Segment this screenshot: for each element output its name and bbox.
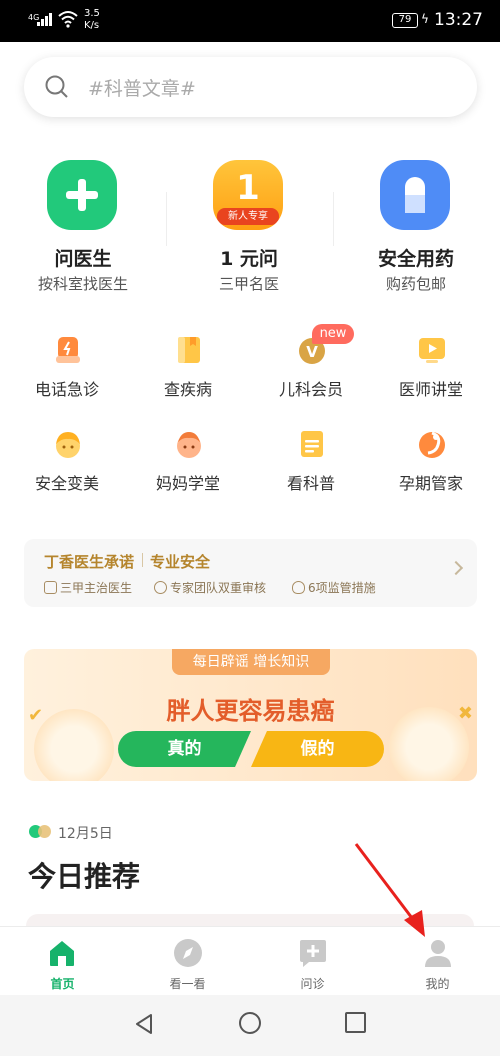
grid-item-mom-school[interactable]: 妈妈学堂 <box>133 428 243 498</box>
grid-item-science[interactable]: 看科普 <box>256 428 366 498</box>
new-user-badge: 新人专享 <box>217 208 279 225</box>
section-title: 今日推荐 <box>28 860 141 893</box>
date-label: 12月5日 <box>58 826 113 842</box>
search-placeholder: #科普文章# <box>88 78 196 100</box>
feature-title: 问医生 <box>54 248 112 270</box>
network-speed: 3.5 K/s <box>84 8 100 31</box>
battery-level: 79 <box>398 14 412 25</box>
grid-item-pediatric-vip[interactable]: V 儿科会员 <box>256 334 366 404</box>
true-button[interactable]: 真的 <box>118 731 251 767</box>
grid-item-phone-emergency[interactable]: 电话急诊 <box>12 334 122 404</box>
battery-icon: 79 <box>392 13 418 28</box>
status-bar: 4G 3.5 K/s 79 ϟ 13:27 <box>0 0 500 42</box>
baby-face-icon <box>177 432 201 458</box>
pill-icon <box>380 160 450 230</box>
rumor-quiz-banner: ✔ ✖ 每日辟谣 增长知识 胖人更容易患癌 真的 假的 <box>24 649 477 781</box>
video-play-icon <box>419 338 445 363</box>
date-dots-icon <box>29 825 53 839</box>
divider <box>142 553 143 567</box>
one-yuan-icon: 1 新人专享 <box>213 160 283 230</box>
consult-icon <box>300 940 326 967</box>
promise-banner[interactable]: 丁香医生承诺 专业安全 三甲主治医生 专家团队双重审核 6项监管措施 <box>24 539 477 607</box>
grid-item-pregnancy[interactable]: 孕期管家 <box>376 428 486 498</box>
grid-item-doctor-lecture[interactable]: 医师讲堂 <box>376 334 486 404</box>
shield-icon <box>292 581 305 594</box>
grid-label: 医师讲堂 <box>398 380 463 399</box>
feature-subtitle: 三甲名医 <box>218 275 279 293</box>
tab-home[interactable]: 首页 <box>0 927 125 996</box>
feature-title: 安全用药 <box>377 248 454 270</box>
feature-subtitle: 按科室找医生 <box>37 275 128 293</box>
promise-subtitle: 专业安全 <box>150 553 211 571</box>
quiz-question: 胖人更容易患癌 <box>166 697 335 725</box>
clock: 13:27 <box>434 10 483 30</box>
tab-browse[interactable]: 看一看 <box>125 927 250 996</box>
grid-item-check-disease[interactable]: 查疾病 <box>133 334 243 404</box>
home-icon <box>50 941 74 966</box>
book-icon <box>178 337 200 363</box>
wifi-icon <box>58 11 78 28</box>
tab-label: 我的 <box>425 977 450 991</box>
grid-label: 妈妈学堂 <box>155 474 220 493</box>
system-nav-bar <box>0 995 500 1056</box>
grid-label: 电话急诊 <box>34 380 99 399</box>
promise-item-text: 专家团队双重审核 <box>170 581 267 595</box>
charging-icon: ϟ <box>421 12 429 26</box>
annotation-arrow-icon <box>354 843 425 937</box>
svg-text:V: V <box>306 343 318 361</box>
beauty-face-icon <box>56 432 80 458</box>
feature-one-yuan[interactable]: 1 新人专享 1 元问 三甲名医 <box>166 160 332 300</box>
grid-label: 查疾病 <box>163 380 212 399</box>
plus-icon <box>47 160 117 230</box>
new-badge: new <box>312 324 354 344</box>
promise-item-text: 三甲主治医生 <box>60 581 133 595</box>
grid-label: 安全变美 <box>34 474 99 493</box>
compass-icon <box>174 939 202 967</box>
grid-label: 看科普 <box>286 474 335 493</box>
grid-label: 儿科会员 <box>278 380 343 399</box>
tab-label: 看一看 <box>169 977 206 991</box>
chevron-right-icon <box>448 560 464 576</box>
back-icon[interactable] <box>133 1013 155 1035</box>
false-button[interactable]: 假的 <box>251 731 384 767</box>
tab-label: 问诊 <box>300 977 325 991</box>
document-icon <box>301 431 323 457</box>
feature-ask-doctor[interactable]: 问医生 按科室找医生 <box>0 160 166 300</box>
team-icon <box>154 581 167 594</box>
grid-item-safe-beauty[interactable]: 安全变美 <box>12 428 122 498</box>
recent-apps-icon[interactable] <box>345 1012 366 1033</box>
search-icon <box>45 75 68 98</box>
home-nav-icon[interactable] <box>239 1012 261 1034</box>
feature-title: 1 元问 <box>220 248 278 270</box>
phone-emergency-icon <box>56 337 80 363</box>
feature-subtitle: 购药包邮 <box>385 275 446 293</box>
quiz-tag: 每日辟谣 增长知识 <box>172 649 330 675</box>
promise-item: 专家团队双重审核 <box>154 579 266 596</box>
doctor-icon <box>44 581 57 594</box>
promise-item: 三甲主治医生 <box>44 579 132 596</box>
pregnancy-icon <box>419 431 445 458</box>
grid-label: 孕期管家 <box>398 474 463 493</box>
search-bar[interactable]: #科普文章# <box>24 57 477 117</box>
feature-safe-medicine[interactable]: 安全用药 购药包邮 <box>333 160 499 300</box>
signal-icon <box>37 12 55 26</box>
tab-label: 首页 <box>50 977 75 991</box>
promise-item-text: 6项监管措施 <box>308 581 376 595</box>
promise-item: 6项监管措施 <box>292 579 376 596</box>
promise-title: 丁香医生承诺 <box>44 553 135 571</box>
one-yuan-digit: 1 <box>236 168 260 208</box>
